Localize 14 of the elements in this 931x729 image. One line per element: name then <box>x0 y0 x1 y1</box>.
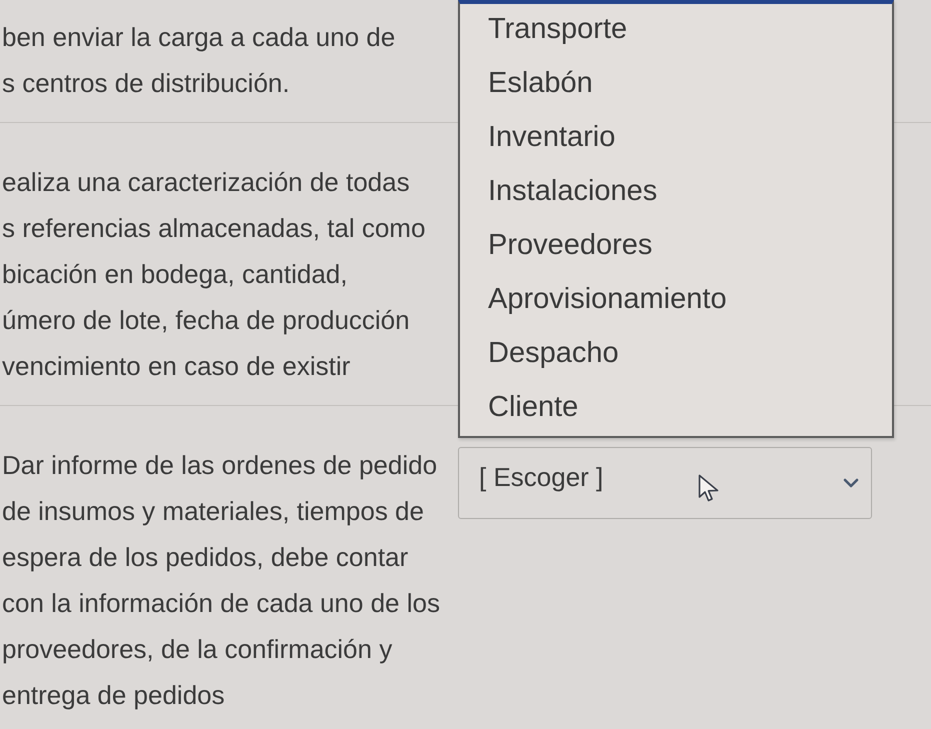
question-text: Dar informe de las ordenes de pedido de insumos y materiales, tiempos de espera de los pedidos, debe contar con la información de cada uno de los proveedores, de la confirmación y entrega de pedidos <box>1 449 441 712</box>
dropdown-option[interactable]: Inventario <box>460 112 892 166</box>
cursor-icon <box>698 474 720 502</box>
question-text: ealiza una caracterización de todas s referencias almacenadas, tal como bicación en bodega, cantidad, úmero de lote, fecha de producción vencimiento en caso de existir <box>1 166 426 383</box>
chevron-down-icon <box>843 478 859 488</box>
dropdown-option[interactable]: Instalaciones <box>460 166 892 220</box>
dropdown-option[interactable]: Proveedores <box>460 220 892 274</box>
dropdown-option[interactable]: Despacho <box>460 328 892 382</box>
dropdown-option[interactable]: Eslabón <box>460 58 892 112</box>
dropdown-option[interactable]: Aprovisionamiento <box>460 274 892 328</box>
answer-select[interactable]: [ Escoger ] <box>458 447 872 519</box>
question-text: ben enviar la carga a cada uno de s centros de distribución. <box>1 21 396 100</box>
dropdown-option[interactable]: Cliente <box>460 382 892 436</box>
dropdown-option[interactable]: Transporte <box>460 4 892 58</box>
